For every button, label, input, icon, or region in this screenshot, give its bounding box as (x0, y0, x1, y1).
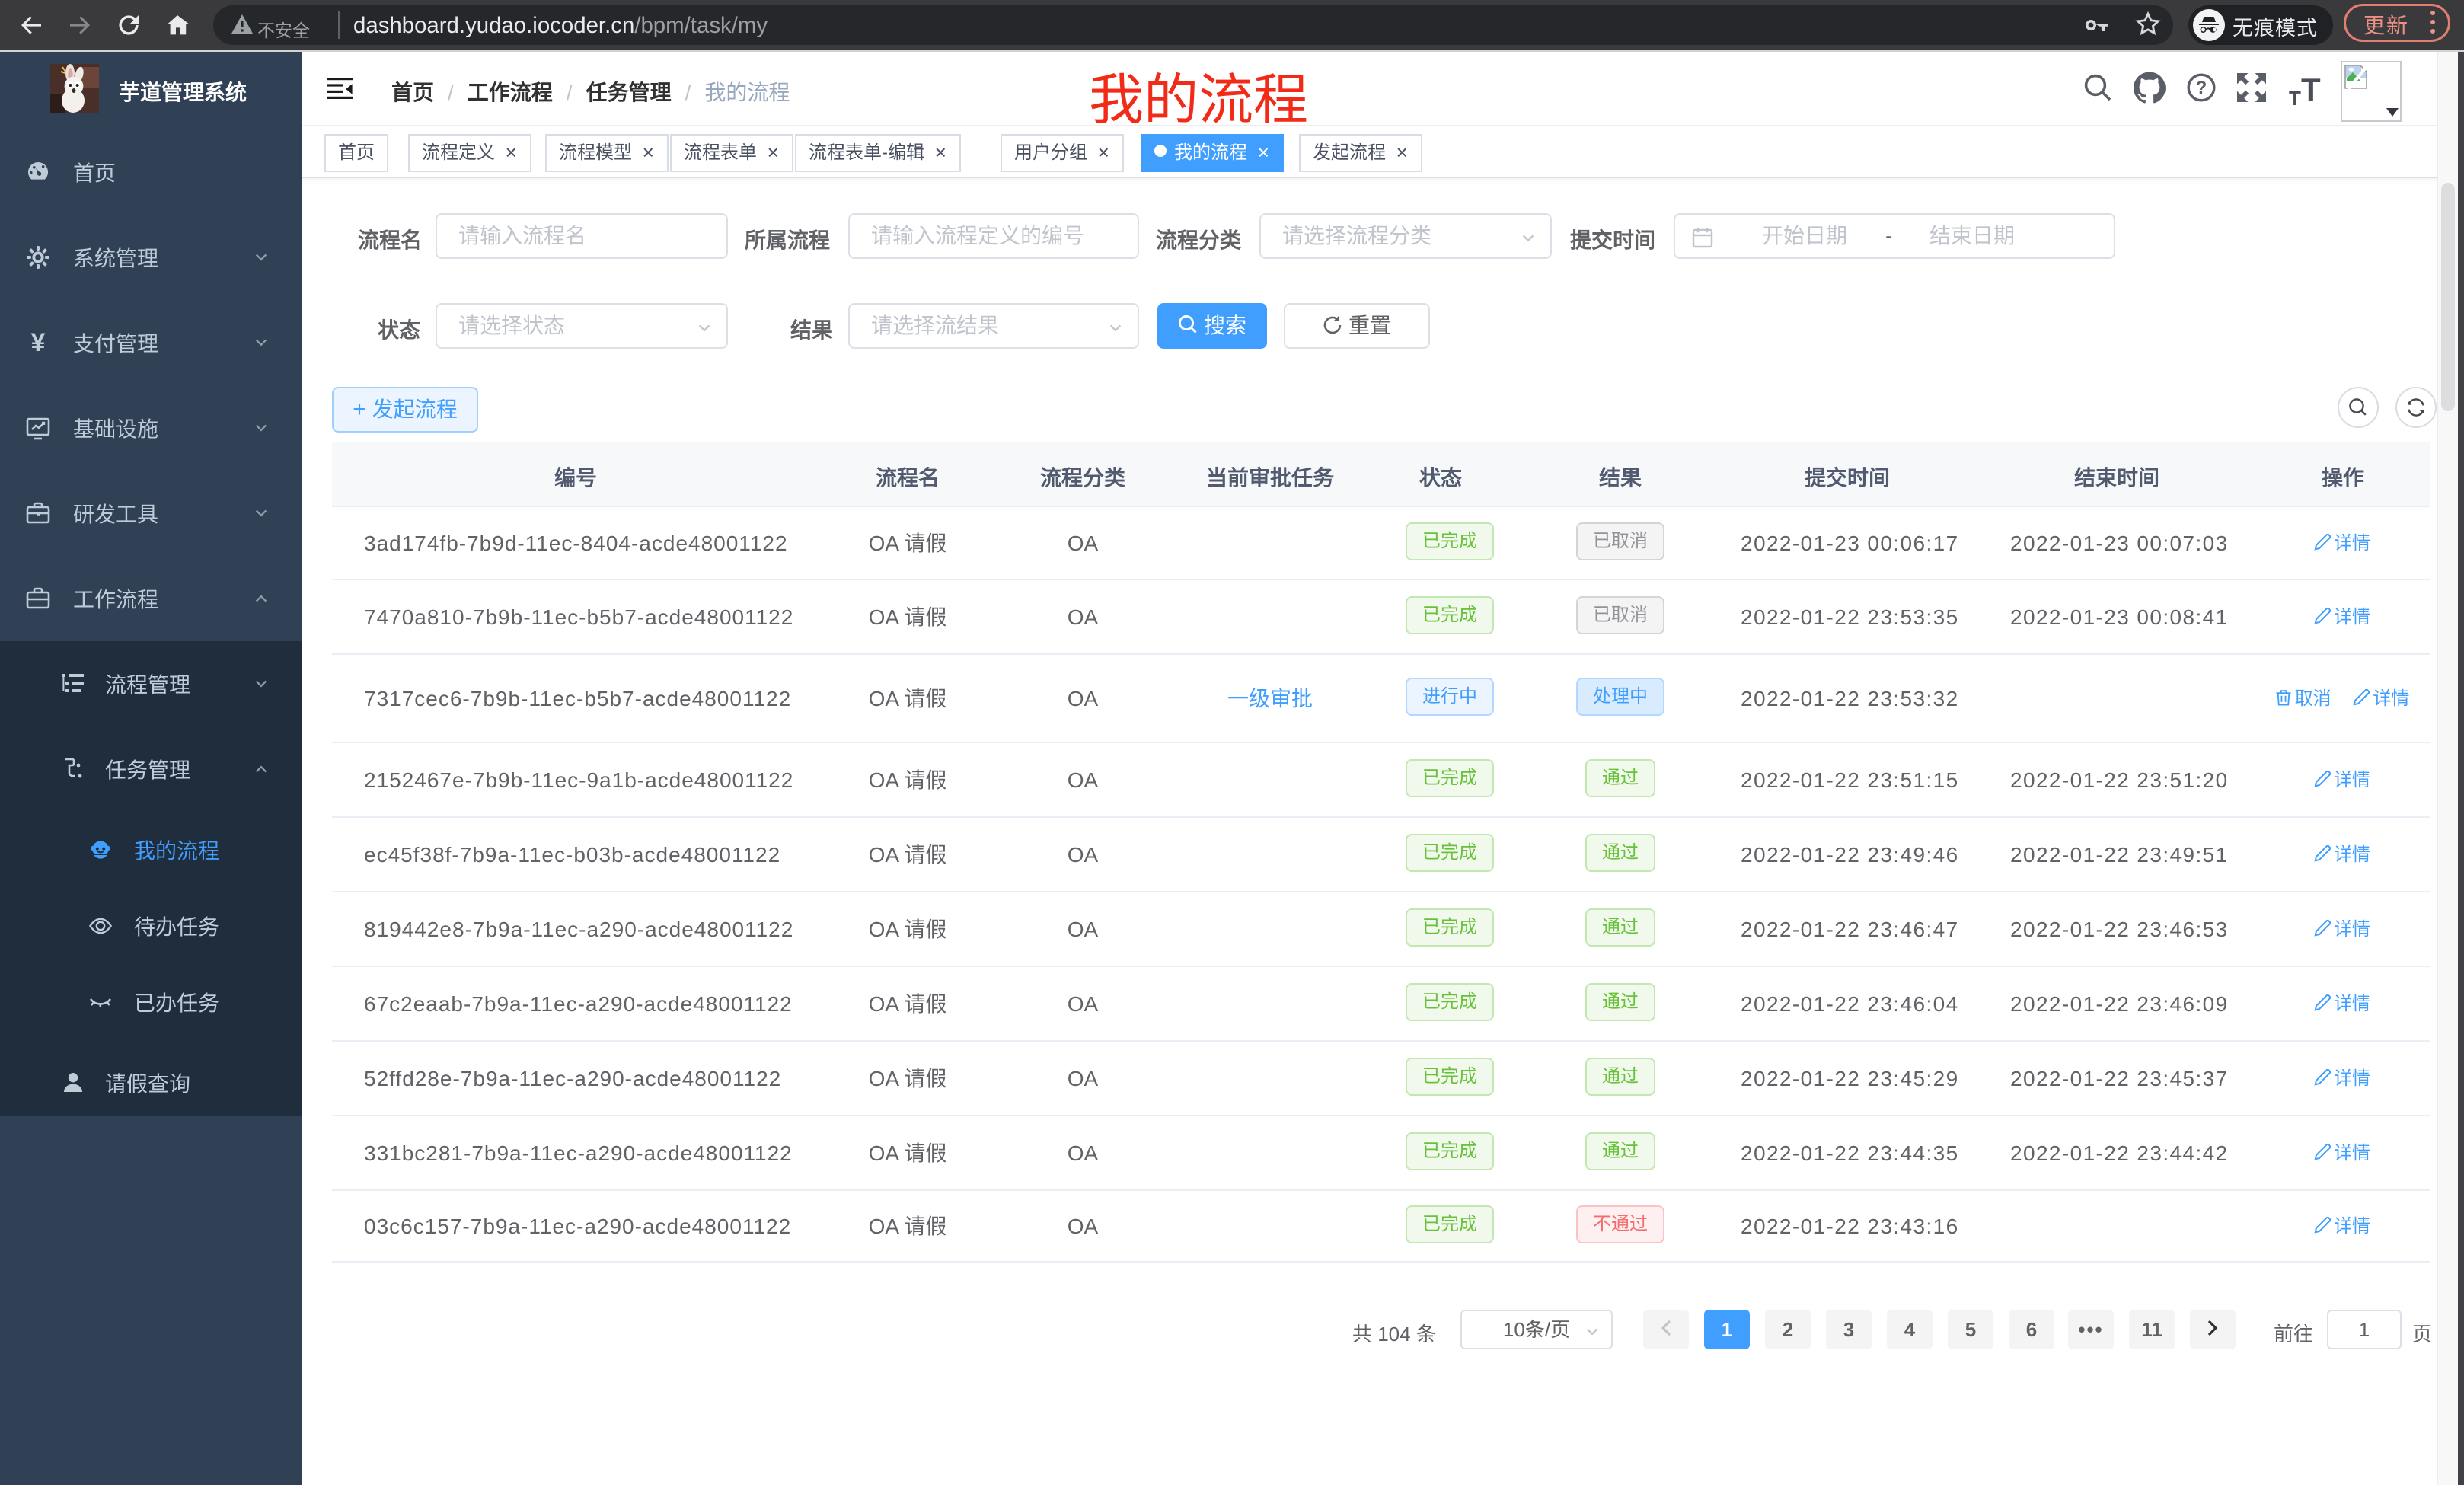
svg-text:?: ? (2196, 78, 2207, 98)
